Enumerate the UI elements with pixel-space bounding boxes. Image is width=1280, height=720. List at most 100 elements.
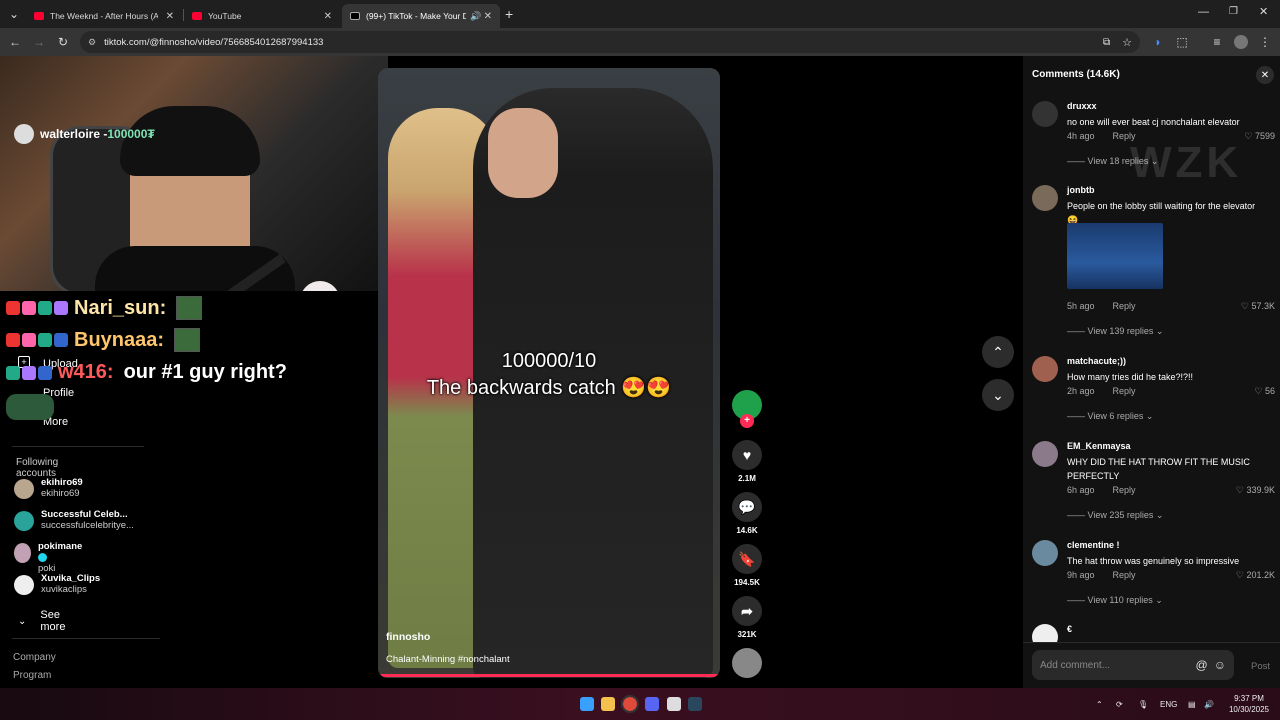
chrome-icon[interactable] — [621, 695, 639, 713]
tab-list-icon[interactable]: ⌄ — [2, 2, 26, 26]
badge-icon — [6, 333, 20, 347]
site-info-icon[interactable]: ⚙ — [88, 37, 96, 48]
post-comment-button[interactable]: Post — [1251, 661, 1270, 672]
sync-icon[interactable]: ⟳ — [1116, 700, 1123, 709]
emoji-icon[interactable]: ☺ — [1214, 658, 1226, 672]
streamer-label: walterloire - 100000₮ — [14, 124, 155, 144]
discord-icon[interactable] — [645, 697, 659, 711]
network-icon[interactable]: ▤ — [1188, 700, 1196, 709]
view-replies-button[interactable]: —— View 6 replies ⌄ — [1067, 411, 1153, 422]
avatar[interactable] — [1032, 185, 1058, 211]
chevron-down-icon: ⌄ — [18, 615, 27, 627]
language-indicator[interactable]: ENG — [1160, 700, 1177, 709]
file-explorer-icon[interactable] — [601, 697, 615, 711]
badge-icon — [38, 333, 52, 347]
back-icon[interactable]: ← — [3, 30, 27, 54]
close-tab-icon[interactable]: ✕ — [484, 11, 492, 22]
author-avatar-follow[interactable]: + — [730, 390, 764, 428]
comment-button[interactable]: 💬 14.6K — [730, 492, 764, 535]
volume-icon[interactable]: 🔊 — [1204, 700, 1214, 709]
comment-image[interactable] — [1067, 223, 1163, 289]
video-player[interactable]: 100000/10 The backwards catch 😍😍 finnosh… — [378, 68, 720, 678]
avatar[interactable] — [1032, 624, 1058, 642]
following-account[interactable]: pokimane poki — [14, 541, 85, 574]
new-tab-button[interactable]: + — [505, 6, 513, 22]
avatar[interactable] — [1032, 356, 1058, 382]
see-more-button[interactable]: ⌄ See more — [18, 609, 65, 633]
microphone-icon[interactable]: 🎙 — [1138, 700, 1148, 709]
restore-button[interactable]: ❐ — [1229, 6, 1238, 17]
extensions-puzzle-icon[interactable]: ⬚ — [1170, 30, 1194, 54]
close-comments-button[interactable]: ✕ — [1256, 66, 1274, 84]
avatar[interactable] — [1032, 540, 1058, 566]
footer-link-company[interactable]: Company — [13, 652, 56, 663]
video-progress-bar[interactable] — [378, 674, 720, 677]
footer-link-program[interactable]: Program — [13, 670, 51, 681]
tab-the-weeknd[interactable]: The Weeknd - After Hours (Aud ✕ — [26, 4, 182, 28]
address-bar[interactable]: ⚙ tiktok.com/@finnosho/video/75668540126… — [80, 31, 1140, 53]
close-window-button[interactable]: ✕ — [1259, 5, 1268, 18]
mention-icon[interactable]: @ — [1196, 658, 1208, 672]
extension-icon[interactable]: ◗ — [1146, 30, 1170, 54]
share-button[interactable]: ➦ 321K — [730, 596, 764, 639]
comment-like-button[interactable]: ♡ 57.3K — [1241, 301, 1275, 312]
avatar — [14, 575, 34, 595]
badge-icon — [22, 333, 36, 347]
reading-list-icon[interactable]: ≡ — [1205, 30, 1229, 54]
clock[interactable]: 9:37 PM 10/30/2025 — [1224, 693, 1274, 715]
bookmark-star-icon[interactable]: ☆ — [1122, 36, 1132, 49]
tray-overflow-icon[interactable]: ⌃ — [1096, 700, 1103, 709]
music-avatar[interactable] — [730, 648, 764, 682]
steam-icon[interactable] — [688, 697, 702, 711]
comment-like-button[interactable]: ♡ 7599 — [1244, 131, 1275, 142]
forward-icon[interactable]: → — [27, 30, 51, 54]
heart-outline-icon: ♡ — [1240, 301, 1249, 311]
follow-plus-icon[interactable]: + — [740, 414, 754, 428]
comment-like-button[interactable]: ♡ 339.9K — [1236, 485, 1275, 496]
menu-kebab-icon[interactable]: ⋮ — [1253, 30, 1277, 54]
badge-icon — [54, 301, 68, 315]
tab-tiktok[interactable]: (99+) TikTok - Make Your Da 🔊 ✕ — [342, 4, 500, 28]
reload-icon[interactable]: ↻ — [51, 30, 75, 54]
app-icon[interactable] — [667, 697, 681, 711]
like-button[interactable]: ♥ 2.1M — [730, 440, 764, 483]
avatar — [14, 543, 31, 563]
reply-button[interactable]: Reply — [1113, 386, 1136, 396]
comment-like-button[interactable]: ♡ 201.2K — [1236, 570, 1275, 581]
windows-start-icon[interactable] — [580, 697, 594, 711]
profile-avatar[interactable] — [1234, 35, 1248, 49]
minimize-button[interactable]: — — [1198, 6, 1209, 18]
view-replies-button[interactable]: —— View 235 replies ⌄ — [1067, 510, 1163, 521]
sidebar-divider — [12, 446, 144, 447]
heart-outline-icon: ♡ — [1244, 131, 1253, 141]
reply-button[interactable]: Reply — [1113, 570, 1136, 580]
view-replies-button[interactable]: —— View 139 replies ⌄ — [1067, 326, 1163, 337]
close-tab-icon[interactable]: ✕ — [166, 11, 174, 22]
save-button[interactable]: 🔖 194.5K — [730, 544, 764, 587]
previous-video-button[interactable]: ⌃ — [982, 336, 1014, 368]
chevron-up-icon: ⌃ — [992, 343, 1004, 360]
reply-button[interactable]: Reply — [1113, 301, 1136, 311]
install-app-icon[interactable]: ⧉ — [1103, 37, 1110, 48]
following-account[interactable]: ekihiro69 ekihiro69 — [14, 477, 83, 499]
video-author[interactable]: finnosho — [386, 631, 430, 643]
following-account[interactable]: Xuvika_Clips xuvikaclips — [14, 573, 100, 595]
video-man-face — [488, 108, 558, 198]
share-icon: ➦ — [732, 596, 762, 626]
comment-icon: 💬 — [732, 492, 762, 522]
view-replies-button[interactable]: —— View 110 replies ⌄ — [1067, 595, 1163, 606]
close-tab-icon[interactable]: ✕ — [324, 11, 332, 22]
tab-youtube[interactable]: YouTube ✕ — [184, 4, 340, 28]
avatar[interactable] — [1032, 441, 1058, 467]
sidebar-divider — [12, 638, 160, 639]
following-account[interactable]: Successful Celeb... successfulcelebritye.… — [14, 509, 134, 531]
verified-badge-icon — [37, 552, 47, 562]
avatar[interactable] — [1032, 101, 1058, 127]
reply-button[interactable]: Reply — [1113, 485, 1136, 495]
audio-playing-icon[interactable]: 🔊 — [470, 11, 481, 22]
heart-outline-icon: ♡ — [1254, 386, 1263, 396]
comment-like-button[interactable]: ♡ 56 — [1254, 386, 1275, 397]
add-comment-input[interactable]: Add comment... @ ☺ — [1032, 650, 1234, 680]
stream-webcam-overlay: walterloire - 100000₮ — [0, 56, 388, 291]
next-video-button[interactable]: ⌄ — [982, 379, 1014, 411]
